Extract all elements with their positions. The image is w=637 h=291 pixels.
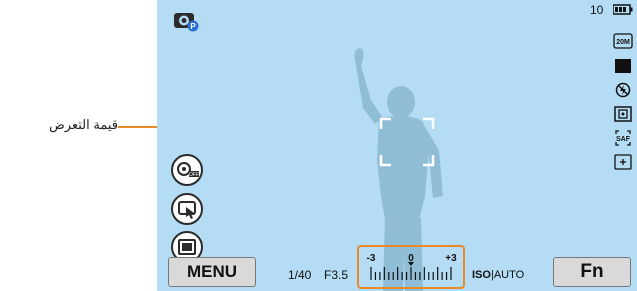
mode-badge-letter: P xyxy=(190,22,196,31)
ev-current-marker xyxy=(408,262,414,266)
svg-text:OFF: OFF xyxy=(189,172,199,178)
ev-max-label: +3 xyxy=(445,253,457,264)
exposure-scale[interactable]: -3 0 +3 xyxy=(362,250,460,284)
touch-af-icon xyxy=(178,201,196,219)
metering-icon[interactable] xyxy=(613,106,633,122)
ois-off-button[interactable]: OFF xyxy=(171,154,203,186)
iso-value: AUTO xyxy=(493,269,525,281)
camera-live-view: P OFF 10 20M SAF MENU 1/40 F3.5 -3 0 +3 … xyxy=(157,0,637,291)
af-frame-brackets xyxy=(379,117,435,167)
resolution-text: 20M xyxy=(616,39,630,46)
ois-off-icon: OFF xyxy=(177,162,199,178)
iso-setting[interactable]: ISO|AUTO xyxy=(472,269,524,281)
aperture-value: F3.5 xyxy=(324,268,349,282)
shutter-speed: 1/40 xyxy=(288,268,312,282)
ev-min-label: -3 xyxy=(367,253,376,264)
touch-af-button[interactable] xyxy=(171,193,203,225)
flash-off-icon[interactable] xyxy=(613,82,633,98)
shots-remaining: 10 xyxy=(590,3,604,17)
af-mode-text: SAF xyxy=(616,136,631,143)
single-af-icon[interactable]: SAF xyxy=(613,130,633,146)
fn-button[interactable]: Fn xyxy=(553,257,631,287)
resolution-icon[interactable]: 20M xyxy=(613,33,633,49)
menu-button[interactable]: MENU xyxy=(168,257,256,287)
smart-auto-mode-icon[interactable]: P xyxy=(173,10,199,32)
photo-size-icon[interactable] xyxy=(613,58,633,74)
battery-icon xyxy=(613,4,633,15)
ev-plus-icon[interactable] xyxy=(613,154,633,170)
iso-label: ISO xyxy=(472,269,491,281)
exposure-value-annotation: قيمة التعرض xyxy=(49,117,118,132)
